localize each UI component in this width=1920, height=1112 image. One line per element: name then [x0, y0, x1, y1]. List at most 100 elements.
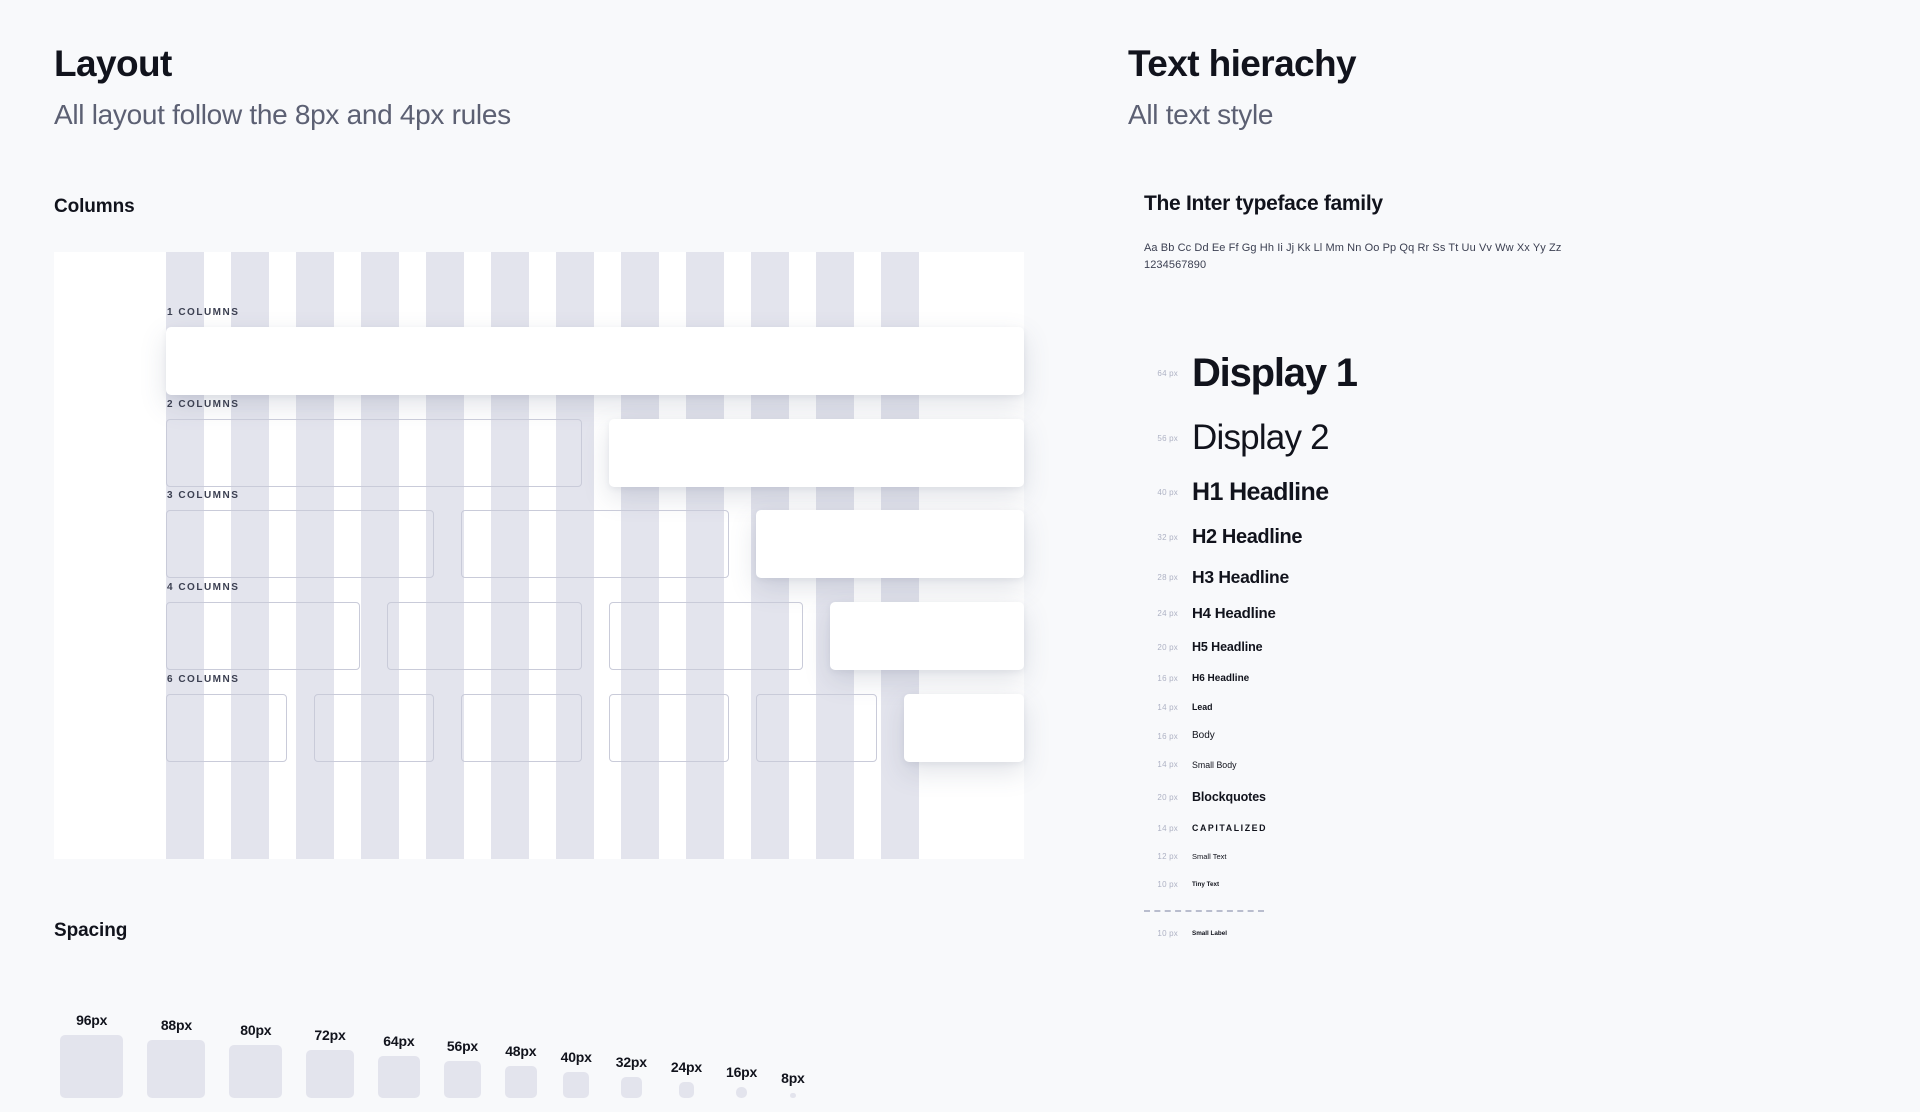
spacing-swatch: [377, 1055, 420, 1098]
spacing-swatch: [620, 1076, 642, 1098]
spacing-label: 8px: [781, 1069, 805, 1086]
text-hierarchy-title: Text hierachy: [1128, 43, 1357, 84]
type-scale-divider: [1144, 910, 1264, 913]
column-cells: [166, 510, 1024, 578]
column-cell: [461, 694, 582, 762]
type-size-label: 10 px: [1157, 880, 1178, 890]
spacing-swatch: [306, 1050, 354, 1098]
columns-heading: Columns: [54, 196, 135, 217]
columns-grid: 1 COLUMNS 2 COLUMNS 3 COLUMNS 4 COLUMNS 6 CO…: [54, 252, 1024, 859]
column-cell: [608, 694, 729, 762]
spacing-label: 40px: [560, 1048, 592, 1065]
type-sample-text: Small Text: [1192, 851, 1227, 861]
type-sample-text: Lead: [1192, 702, 1213, 713]
type-sample-text: H3 Headline: [1192, 567, 1289, 587]
type-scale-row: 14 px Small Body: [1128, 760, 1828, 770]
type-scale-row: 56 px Display 2: [1128, 418, 1828, 458]
type-sample-text: CAPITALIZED: [1192, 823, 1268, 834]
column-cells: [166, 694, 1024, 762]
spacing-heading: Spacing: [54, 920, 128, 941]
type-size-label: 32 px: [1157, 533, 1178, 542]
type-scale-list: 64 px Display 1 56 px Display 2 40 px H1 Head…: [1128, 320, 1828, 938]
column-row: 3 COLUMNS: [166, 490, 1024, 578]
type-scale-row: 20 px H5 Headline: [1128, 640, 1828, 654]
spacing-item: 72px: [306, 1027, 354, 1098]
spacing-item: 24px: [671, 1059, 702, 1098]
column-row: 6 COLUMNS: [166, 674, 1024, 762]
grid-rows: 1 COLUMNS 2 COLUMNS 3 COLUMNS 4 COLUMNS 6 CO…: [166, 252, 1024, 859]
column-cell: [756, 694, 877, 762]
type-sample-text: Display 1: [1192, 351, 1358, 395]
spacing-item: 32px: [616, 1054, 647, 1098]
layout-panel: Layout All layout follow the 8px and 4px…: [54, 0, 1064, 1112]
column-cells: [166, 602, 1024, 670]
type-scale-row: 32 px H2 Headline: [1128, 526, 1828, 549]
spacing-item: 56px: [443, 1038, 481, 1098]
spacing-swatch: [790, 1092, 796, 1098]
type-scale-row: 14 px Lead: [1128, 702, 1828, 712]
spacing-label: 64px: [383, 1032, 415, 1049]
type-size-label: 20 px: [1157, 643, 1178, 653]
column-cell: [387, 602, 582, 670]
type-size-label: 64 px: [1157, 368, 1178, 378]
type-scale-row: 28 px H3 Headline: [1128, 567, 1828, 587]
type-sample-text: Small Body: [1192, 759, 1237, 770]
column-cell-highlight: [608, 419, 1024, 487]
text-panel-header: Text hierachy All text style: [1128, 43, 1357, 132]
typeface-family-name: The Inter typeface family: [1144, 192, 1383, 215]
column-row-label: 3 COLUMNS: [167, 490, 240, 501]
type-scale-row: 16 px H6 Headline: [1128, 673, 1828, 685]
spacing-swatch: [562, 1071, 590, 1098]
spacing-label: 24px: [670, 1059, 702, 1076]
type-size-label: 16 px: [1157, 731, 1178, 741]
spacing-swatch: [60, 1034, 124, 1098]
spacing-label: 80px: [240, 1022, 272, 1039]
type-sample-text: Small Label: [1192, 930, 1227, 938]
type-scale-row: 12 px Small Text: [1128, 852, 1828, 861]
column-cells: [166, 327, 1024, 395]
type-size-label: 14 px: [1157, 823, 1178, 833]
type-scale-row: 14 px CAPITALIZED: [1128, 823, 1828, 833]
type-sample-text: H1 Headline: [1192, 478, 1329, 507]
column-cell-highlight: [829, 602, 1024, 670]
spacing-label: 96px: [76, 1011, 108, 1028]
spacing-label: 32px: [615, 1053, 647, 1070]
column-row: 4 COLUMNS: [166, 582, 1024, 670]
type-size-label: 12 px: [1157, 852, 1178, 862]
type-scale-row: 64 px Display 1: [1128, 350, 1828, 396]
type-size-label: 14 px: [1157, 702, 1178, 712]
column-cell-highlight: [166, 327, 1024, 395]
spacing-item: 40px: [561, 1049, 592, 1098]
type-sample-text: Blockquotes: [1192, 789, 1266, 804]
spacing-item: 16px: [726, 1064, 757, 1098]
column-row-label: 6 COLUMNS: [167, 674, 240, 685]
type-scale-row: 24 px H4 Headline: [1128, 605, 1828, 622]
type-scale-row: 40 px H1 Headline: [1128, 478, 1828, 507]
column-row: 2 COLUMNS: [166, 399, 1024, 487]
style-guide-page: Layout All layout follow the 8px and 4px…: [0, 0, 1920, 1112]
column-cell: [608, 602, 803, 670]
column-cell: [166, 694, 287, 762]
layout-title: Layout: [54, 43, 172, 84]
column-cell-highlight: [756, 510, 1024, 578]
type-size-label: 56 px: [1157, 433, 1178, 443]
column-cell-highlight: [903, 694, 1024, 762]
type-sample-text: Display 2: [1192, 418, 1330, 457]
text-hierarchy-panel: Text hierachy All text style The Inter t…: [1128, 0, 1828, 1112]
spacing-swatch: [147, 1039, 206, 1098]
type-scale-row: 10 px Tiny Text: [1128, 880, 1828, 889]
spacing-label: 72px: [314, 1027, 346, 1044]
column-cell: [313, 694, 434, 762]
type-size-label: 24 px: [1157, 609, 1178, 619]
type-sample-text: Tiny Text: [1192, 881, 1220, 889]
type-sample-text: H4 Headline: [1192, 605, 1276, 623]
column-cell: [166, 602, 361, 670]
column-cell: [461, 510, 729, 578]
spacing-item: 8px: [781, 1070, 805, 1098]
type-size-label: 14 px: [1157, 760, 1178, 770]
type-size-label: 20 px: [1157, 792, 1178, 802]
column-cells: [166, 419, 1024, 487]
column-row-label: 1 COLUMNS: [167, 307, 240, 318]
spacing-swatch: [504, 1066, 537, 1098]
type-size-label: 28 px: [1157, 572, 1178, 582]
